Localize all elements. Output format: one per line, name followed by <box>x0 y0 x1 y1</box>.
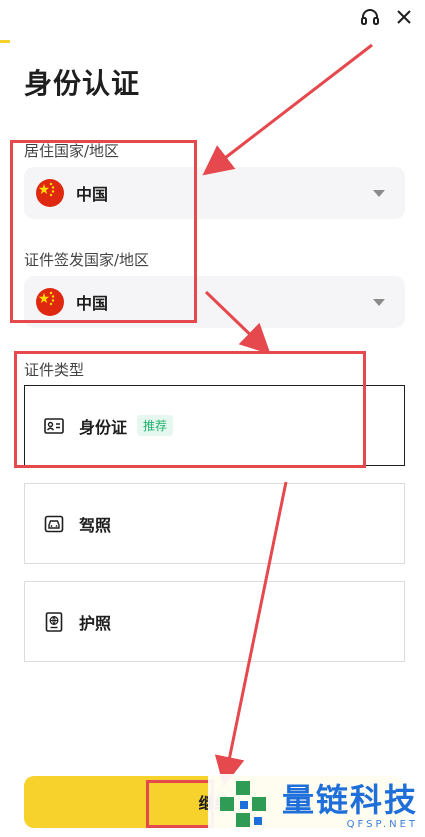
issuing-label: 证件签发国家/地区 <box>24 251 150 269</box>
watermark: 量链科技 QFSP.NET <box>208 774 425 837</box>
china-flag-icon <box>36 288 64 316</box>
doc-option-passport[interactable]: 护照 <box>24 581 405 662</box>
recommended-badge: 推荐 <box>137 415 174 436</box>
passport-icon <box>43 611 65 633</box>
residence-label: 居住国家/地区 <box>24 142 120 160</box>
watermark-title: 量链科技 <box>282 781 419 819</box>
doc-option-id-card[interactable]: 身份证 推荐 <box>24 385 405 466</box>
chevron-down-icon <box>373 299 385 306</box>
watermark-logo-icon <box>220 780 266 827</box>
annotation-arrow <box>202 43 373 176</box>
doc-type-label: 证件类型 <box>24 361 85 379</box>
chevron-down-icon <box>373 190 385 197</box>
car-icon <box>43 513 65 535</box>
doc-option-label: 身份证 <box>79 417 128 437</box>
id-card-icon <box>43 415 65 437</box>
doc-option-label: 驾照 <box>79 515 112 535</box>
watermark-subtitle: QFSP.NET <box>346 819 419 830</box>
page-title: 身份认证 <box>24 67 141 100</box>
top-actions <box>359 6 415 28</box>
issuing-select[interactable]: 中国 <box>24 276 405 328</box>
doc-option-driver-license[interactable]: 驾照 <box>24 483 405 564</box>
residence-select[interactable]: 中国 <box>24 167 405 219</box>
issuing-value: 中国 <box>76 294 109 313</box>
headset-icon[interactable] <box>359 6 381 28</box>
residence-value: 中国 <box>76 185 109 204</box>
accent-bar <box>0 40 10 43</box>
china-flag-icon <box>36 179 64 207</box>
doc-option-label: 护照 <box>79 613 112 633</box>
close-icon[interactable] <box>393 6 415 28</box>
